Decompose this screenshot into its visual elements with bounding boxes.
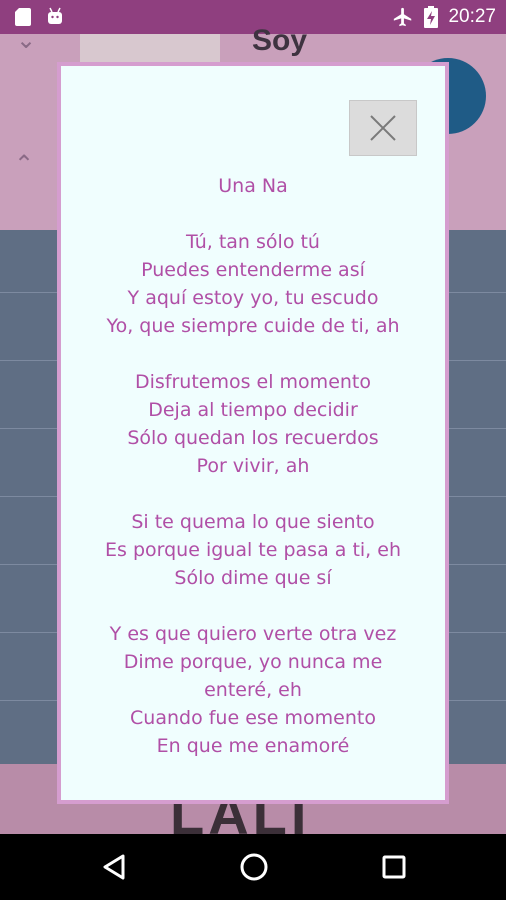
lyric-line: Sólo dime que sí [174, 567, 332, 589]
chevron-down-icon: ⌄ [16, 26, 37, 54]
lyric-line: Cuando fue ese momento [130, 707, 376, 729]
lyric-line: Puedes entenderme así [141, 259, 365, 281]
sd-card-icon [15, 8, 31, 26]
close-button[interactable] [349, 100, 417, 156]
chevron-up-icon: ⌃ [14, 150, 35, 178]
lyrics-text: Una Na Tú, tan sólo tú Puedes entenderme… [61, 172, 445, 760]
lyric-line: Deja al tiempo decidir [148, 399, 358, 421]
lyric-line [61, 480, 445, 508]
lyric-line [61, 200, 445, 228]
recents-icon [382, 855, 406, 879]
lyric-line: Si te quema lo que siento [131, 511, 375, 533]
back-button[interactable] [98, 851, 130, 883]
android-icon [48, 7, 62, 24]
back-icon [103, 854, 125, 880]
lyric-line: Sólo quedan los recuerdos [127, 427, 379, 449]
lyric-line: Es porque igual te pasa a ti, eh [105, 539, 401, 561]
lyric-line: Y es que quiero verte otra vez [109, 623, 397, 645]
lyric-line: Yo, que siempre cuide de ti, ah [106, 315, 400, 337]
status-time: 20:27 [448, 6, 496, 27]
navigation-bar [0, 834, 506, 900]
home-icon [240, 853, 268, 881]
lyric-line: Por vivir, ah [196, 455, 310, 477]
lyric-line: Dime porque, yo nunca me [123, 651, 383, 673]
battery-charging-icon [424, 6, 439, 28]
lyric-line: enteré, eh [204, 679, 302, 701]
lyric-line [61, 340, 445, 368]
lyric-line: Y aquí estoy yo, tu escudo [127, 287, 379, 309]
airplane-icon [394, 7, 412, 27]
song-title: Una Na [218, 175, 288, 197]
home-button[interactable] [238, 851, 270, 883]
close-icon [370, 115, 396, 141]
lyrics-dialog: Una Na Tú, tan sólo tú Puedes entenderme… [57, 62, 449, 804]
recents-button[interactable] [378, 851, 410, 883]
background-title: Soy [252, 24, 308, 57]
lyric-line: Tú, tan sólo tú [186, 231, 320, 253]
lyric-line [61, 592, 445, 620]
lyric-line: En que me enamoré [156, 735, 350, 757]
lyric-line: Disfrutemos el momento [134, 371, 371, 393]
